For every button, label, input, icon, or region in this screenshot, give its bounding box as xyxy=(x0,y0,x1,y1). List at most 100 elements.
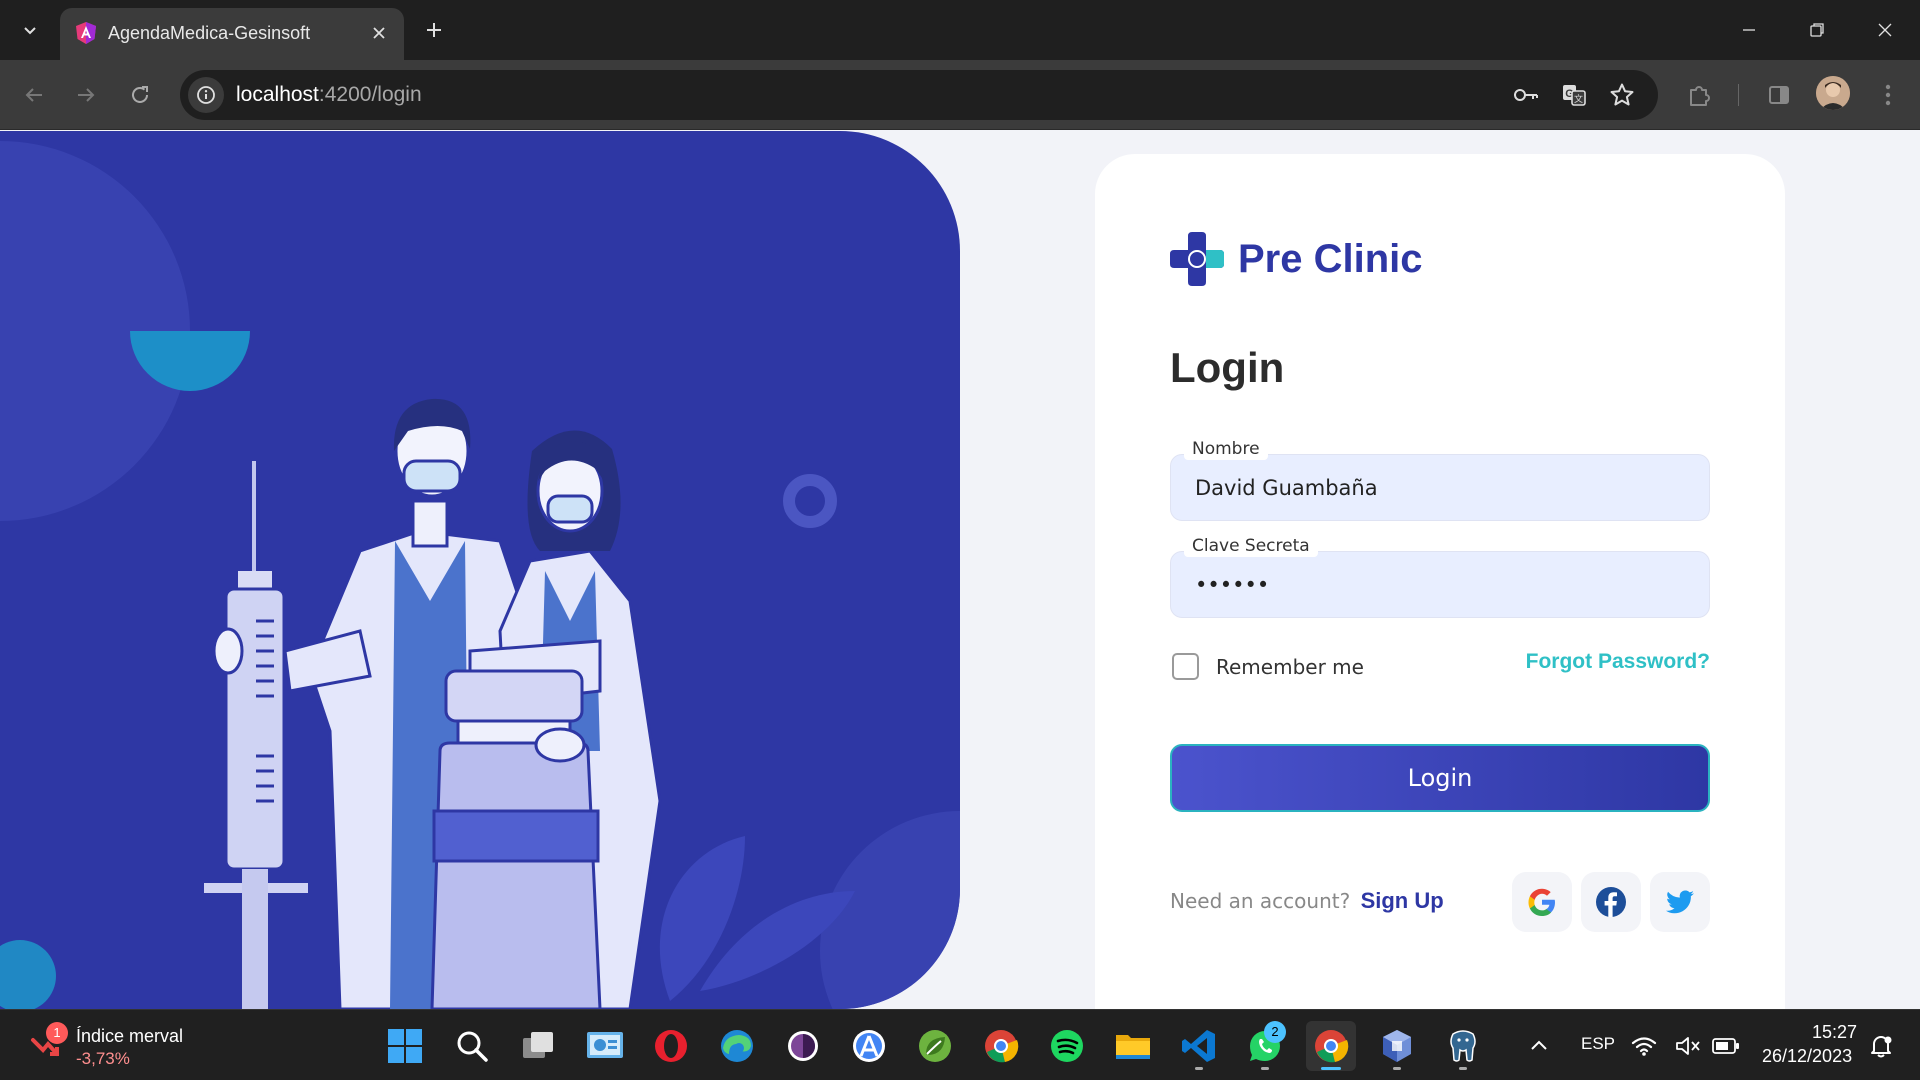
extensions-button[interactable] xyxy=(1681,77,1717,113)
site-info-button[interactable] xyxy=(188,77,224,113)
active-indicator xyxy=(1321,1067,1341,1070)
signup-link[interactable]: Sign Up xyxy=(1361,888,1444,913)
toolbar-divider xyxy=(1738,84,1739,106)
minimize-icon xyxy=(1743,29,1755,31)
tab-search-button[interactable] xyxy=(12,12,48,48)
back-button[interactable] xyxy=(14,75,54,115)
battery-status[interactable] xyxy=(1706,1021,1746,1071)
widget-value: -3,73% xyxy=(76,1049,130,1068)
bg-circle-small xyxy=(0,940,56,1009)
volume-status[interactable] xyxy=(1670,1021,1706,1071)
chevron-down-icon xyxy=(24,27,36,35)
remember-me-checkbox[interactable] xyxy=(1172,653,1199,680)
stock-widget[interactable]: 1 Índice merval -3,73% xyxy=(26,1022,226,1070)
clave-field-group: Clave Secreta xyxy=(1170,535,1710,618)
battery-icon xyxy=(1712,1038,1739,1054)
browser-tab-bar: AgendaMedica-Gesinsoft xyxy=(0,0,1920,60)
edge-icon xyxy=(721,1030,753,1062)
forgot-password-link[interactable]: Forgot Password? xyxy=(1526,650,1710,674)
language-indicator[interactable]: ESP xyxy=(1581,1034,1615,1054)
android-studio-icon xyxy=(853,1030,885,1062)
restore-button[interactable] xyxy=(1783,0,1851,60)
clock-date[interactable]: 26/12/2023 xyxy=(1762,1046,1852,1067)
page-title: Login xyxy=(1170,344,1285,391)
tab-close-button[interactable] xyxy=(366,20,392,46)
forward-button[interactable] xyxy=(66,75,106,115)
login-page: Pre Clinic Login Nombre Clave Secreta Re… xyxy=(0,131,1920,1009)
task-view-button[interactable] xyxy=(513,1021,563,1071)
wifi-status[interactable] xyxy=(1626,1021,1662,1071)
windows-taskbar: 1 Índice merval -3,73% 2 ESP 15:27 26/12… xyxy=(0,1009,1920,1080)
plus-icon xyxy=(427,23,441,37)
search-button[interactable] xyxy=(447,1021,497,1071)
google-login-button[interactable] xyxy=(1512,872,1572,932)
translate-button[interactable]: G文 xyxy=(1558,79,1590,111)
tor-browser-app[interactable] xyxy=(778,1021,828,1071)
browser-menu-button[interactable] xyxy=(1870,77,1906,113)
spotify-app[interactable] xyxy=(1042,1021,1092,1071)
puzzle-icon xyxy=(1690,86,1710,106)
address-bar[interactable]: localhost:4200/login G文 xyxy=(180,70,1658,120)
whatsapp-badge: 2 xyxy=(1264,1021,1286,1043)
postgresql-elephant-icon xyxy=(1450,1030,1476,1062)
whatsapp-app[interactable]: 2 xyxy=(1240,1021,1290,1071)
side-panel-icon xyxy=(1769,86,1789,104)
running-indicator xyxy=(1393,1067,1401,1070)
login-button[interactable]: Login xyxy=(1170,744,1710,812)
notifications-button[interactable] xyxy=(1862,1021,1900,1071)
twitter-login-button[interactable] xyxy=(1650,872,1710,932)
login-card: Pre Clinic Login Nombre Clave Secreta Re… xyxy=(1095,154,1785,1009)
side-panel-button[interactable] xyxy=(1761,77,1797,113)
edge-app[interactable] xyxy=(712,1021,762,1071)
browser-tab[interactable]: AgendaMedica-Gesinsoft xyxy=(60,8,404,60)
close-icon xyxy=(1878,23,1892,37)
doctors-illustration xyxy=(0,141,960,1009)
logo-text: Pre Clinic xyxy=(1238,236,1423,281)
running-indicator xyxy=(1261,1067,1269,1070)
minimize-button[interactable] xyxy=(1715,0,1783,60)
signup-prompt-row: Need an account? Sign Up xyxy=(1170,888,1444,914)
pgadmin-app[interactable] xyxy=(1438,1021,1488,1071)
url-host: localhost xyxy=(236,83,319,106)
profile-avatar[interactable] xyxy=(1816,76,1850,110)
bookmark-button[interactable] xyxy=(1606,79,1638,111)
control-panel-app[interactable] xyxy=(580,1021,630,1071)
show-hidden-icons-button[interactable] xyxy=(1514,1021,1564,1071)
nombre-input[interactable] xyxy=(1170,454,1710,521)
more-vertical-icon xyxy=(1885,84,1891,106)
virtualbox-app[interactable] xyxy=(1372,1021,1422,1071)
arrow-left-icon xyxy=(25,88,42,102)
tab-title: AgendaMedica-Gesinsoft xyxy=(108,23,311,43)
medical-cross-logo-icon xyxy=(1170,232,1224,286)
close-icon xyxy=(373,27,385,39)
browser-toolbar: localhost:4200/login G文 xyxy=(0,60,1920,130)
windows-logo-icon xyxy=(388,1029,422,1063)
password-key-button[interactable] xyxy=(1510,79,1542,111)
translate-icon: G文 xyxy=(1563,85,1586,106)
facebook-icon xyxy=(1596,887,1626,917)
chrome-app-active[interactable] xyxy=(1306,1021,1356,1071)
user-avatar-icon xyxy=(1816,76,1850,110)
vaccine-bottle xyxy=(430,669,602,1009)
search-icon xyxy=(457,1031,488,1062)
widget-badge: 1 xyxy=(46,1022,68,1044)
opera-app[interactable] xyxy=(646,1021,696,1071)
android-studio-app[interactable] xyxy=(844,1021,894,1071)
file-explorer-app[interactable] xyxy=(1108,1021,1158,1071)
opera-icon xyxy=(655,1030,687,1062)
arrow-right-icon xyxy=(78,88,95,102)
new-tab-button[interactable] xyxy=(416,12,452,48)
facebook-login-button[interactable] xyxy=(1581,872,1641,932)
running-indicator xyxy=(1459,1067,1467,1070)
clock-time[interactable]: 15:27 xyxy=(1812,1022,1857,1043)
start-button[interactable] xyxy=(380,1021,430,1071)
spring-tools-app[interactable] xyxy=(910,1021,960,1071)
reload-button[interactable] xyxy=(120,75,160,115)
chrome-profile-app[interactable] xyxy=(976,1021,1026,1071)
close-window-button[interactable] xyxy=(1851,0,1919,60)
vscode-app[interactable] xyxy=(1174,1021,1224,1071)
remember-me-label: Remember me xyxy=(1216,654,1364,679)
chevron-up-icon xyxy=(1531,1040,1547,1050)
password-input[interactable] xyxy=(1170,551,1710,618)
vscode-icon xyxy=(1182,1030,1215,1062)
